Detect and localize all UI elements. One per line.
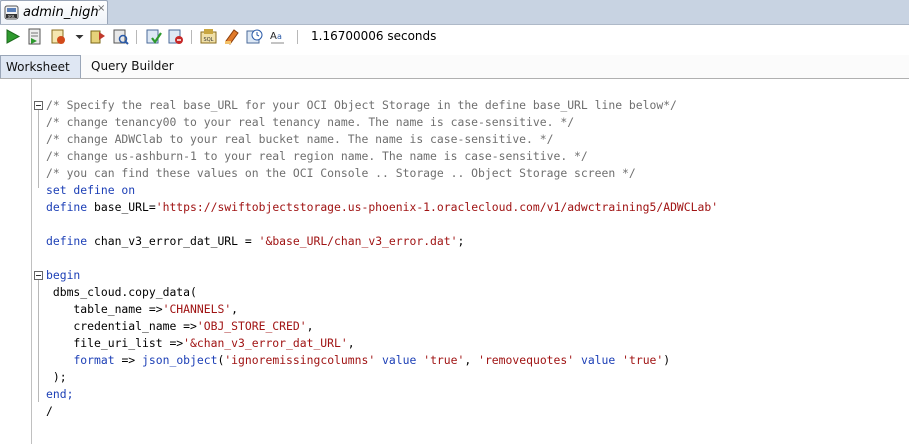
punctuation: ) bbox=[663, 353, 671, 367]
worksheet-toolbar: SQL Aa 1.16700006 seconds bbox=[0, 25, 909, 49]
identifier: file_uri_list => bbox=[46, 336, 184, 350]
code-line: format => json_object('ignoremissingcolu… bbox=[46, 352, 670, 369]
keyword: define bbox=[46, 234, 88, 248]
string-literal: 'CHANNELS' bbox=[162, 302, 232, 316]
string-literal: 'https://swiftobjectstorage.us-phoenix-1… bbox=[155, 200, 719, 214]
toolbar-separator bbox=[191, 30, 192, 44]
punctuation: , bbox=[347, 336, 355, 350]
tab-admin-high[interactable]: SQL admin_high × bbox=[0, 0, 108, 24]
close-tab-icon[interactable]: × bbox=[97, 3, 105, 14]
code-line: define chan_v3_error_dat_URL = '&base_UR… bbox=[46, 233, 464, 250]
format-icon[interactable]: Aa bbox=[268, 27, 287, 46]
tab-query-builder[interactable]: Query Builder bbox=[86, 55, 179, 78]
code-line: /* you can find these values on the OCI … bbox=[46, 166, 636, 180]
run-statement-icon[interactable] bbox=[3, 27, 22, 46]
code-line: /* change ADWClab to your real bucket na… bbox=[46, 132, 554, 146]
sql-worksheet-icon: SQL bbox=[4, 5, 19, 20]
editor-tab-strip: SQL admin_high × bbox=[0, 0, 909, 25]
fold-collapse-icon[interactable] bbox=[34, 271, 43, 280]
tab-worksheet[interactable]: Worksheet bbox=[0, 55, 81, 78]
punctuation: ; bbox=[457, 234, 465, 248]
svg-text:a: a bbox=[277, 32, 282, 41]
string-literal: 'removequotes' bbox=[478, 353, 575, 367]
toolbar-separator bbox=[136, 30, 137, 44]
run-script-icon[interactable] bbox=[25, 27, 44, 46]
svg-text:SQL: SQL bbox=[8, 14, 15, 18]
keyword: value bbox=[375, 353, 424, 367]
string-literal: 'true' bbox=[423, 353, 465, 367]
worksheet-subtabs: Worksheet Query Builder bbox=[0, 55, 909, 79]
punctuation: , bbox=[464, 353, 479, 367]
svg-text:SQL: SQL bbox=[204, 37, 214, 43]
keyword: format bbox=[73, 353, 115, 367]
code-line: ); bbox=[46, 370, 67, 384]
rollback-icon[interactable] bbox=[166, 27, 185, 46]
gutter-divider bbox=[31, 79, 32, 444]
autotrace-icon[interactable] bbox=[88, 27, 107, 46]
toolbar-separator bbox=[297, 30, 298, 44]
commit-icon[interactable] bbox=[144, 27, 163, 46]
dropdown-arrow-icon[interactable] bbox=[70, 27, 84, 46]
keyword: json_object bbox=[142, 353, 218, 367]
sql-tuning-icon[interactable] bbox=[111, 27, 130, 46]
code-line: set define on bbox=[46, 183, 136, 197]
punctuation: , bbox=[306, 319, 314, 333]
identifier: credential_name => bbox=[46, 319, 197, 333]
execution-time-label: 1.16700006 seconds bbox=[311, 29, 437, 43]
identifier: base_URL= bbox=[87, 200, 156, 214]
explain-plan-icon[interactable] bbox=[49, 27, 68, 46]
tab-title: admin_high bbox=[23, 5, 99, 20]
code-line: define base_URL='https://swiftobjectstor… bbox=[46, 199, 718, 216]
code-line: end; bbox=[46, 387, 74, 401]
string-literal: 'OBJ_STORE_CRED' bbox=[196, 319, 307, 333]
identifier: chan_v3_error_dat_URL = bbox=[87, 234, 259, 248]
code-line: /* Specify the real base_URL for your OC… bbox=[46, 98, 677, 112]
code-line: /* change us-ashburn-1 to your real regi… bbox=[46, 149, 588, 163]
code-line: credential_name =>'OBJ_STORE_CRED', bbox=[46, 318, 313, 335]
fold-collapse-icon[interactable] bbox=[34, 101, 43, 110]
identifier: table_name => bbox=[46, 302, 163, 316]
code-line: / bbox=[46, 404, 53, 418]
svg-text:A: A bbox=[270, 31, 277, 42]
history-icon[interactable] bbox=[245, 27, 264, 46]
sql-editor[interactable]: /* Specify the real base_URL for your OC… bbox=[0, 79, 909, 444]
keyword: value bbox=[574, 353, 623, 367]
code-line: /* change tenancy00 to your real tenancy… bbox=[46, 115, 575, 129]
code-line: dbms_cloud.copy_data( bbox=[46, 285, 197, 299]
code-line: begin bbox=[46, 268, 81, 282]
fold-rail bbox=[38, 110, 39, 188]
code-line: table_name =>'CHANNELS', bbox=[46, 301, 238, 318]
code-line: file_uri_list =>'&chan_v3_error_dat_URL'… bbox=[46, 335, 355, 352]
punctuation: , bbox=[231, 302, 239, 316]
string-literal: '&base_URL/chan_v3_error.dat' bbox=[258, 234, 458, 248]
string-literal: 'true' bbox=[622, 353, 664, 367]
unshared-sql-icon[interactable]: SQL bbox=[199, 27, 218, 46]
string-literal: '&chan_v3_error_dat_URL' bbox=[183, 336, 348, 350]
clear-icon[interactable] bbox=[222, 27, 241, 46]
keyword: define bbox=[46, 200, 88, 214]
fold-rail bbox=[38, 280, 39, 402]
punctuation: => bbox=[114, 353, 143, 367]
string-literal: 'ignoremissingcolumns' bbox=[224, 353, 376, 367]
